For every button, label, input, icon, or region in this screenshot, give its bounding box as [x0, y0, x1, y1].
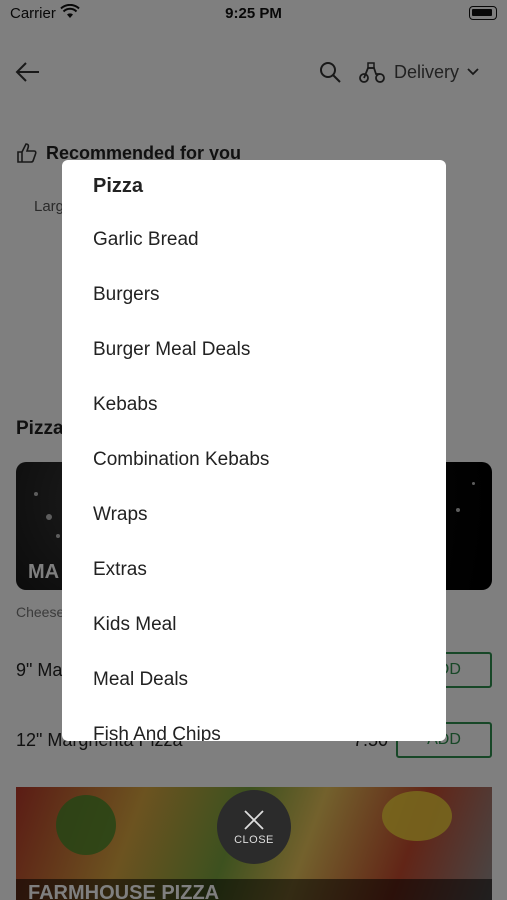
- close-label: CLOSE: [234, 834, 274, 846]
- category-item-kebabs[interactable]: Kebabs: [62, 377, 446, 432]
- category-item-burger-meal-deals[interactable]: Burger Meal Deals: [62, 322, 446, 377]
- category-item-fish-and-chips[interactable]: Fish And Chips: [62, 707, 446, 742]
- category-item-extras[interactable]: Extras: [62, 542, 446, 597]
- close-button[interactable]: CLOSE: [217, 790, 291, 864]
- category-item-pizza[interactable]: Pizza: [62, 160, 446, 212]
- close-icon: [244, 810, 264, 830]
- category-menu: Pizza Garlic Bread Burgers Burger Meal D…: [62, 160, 446, 741]
- category-list: Pizza Garlic Bread Burgers Burger Meal D…: [62, 160, 446, 742]
- category-item-burgers[interactable]: Burgers: [62, 267, 446, 322]
- category-item-wraps[interactable]: Wraps: [62, 487, 446, 542]
- category-item-combination-kebabs[interactable]: Combination Kebabs: [62, 432, 446, 487]
- category-item-kids-meal[interactable]: Kids Meal: [62, 597, 446, 652]
- category-item-garlic-bread[interactable]: Garlic Bread: [62, 212, 446, 267]
- category-item-meal-deals[interactable]: Meal Deals: [62, 652, 446, 707]
